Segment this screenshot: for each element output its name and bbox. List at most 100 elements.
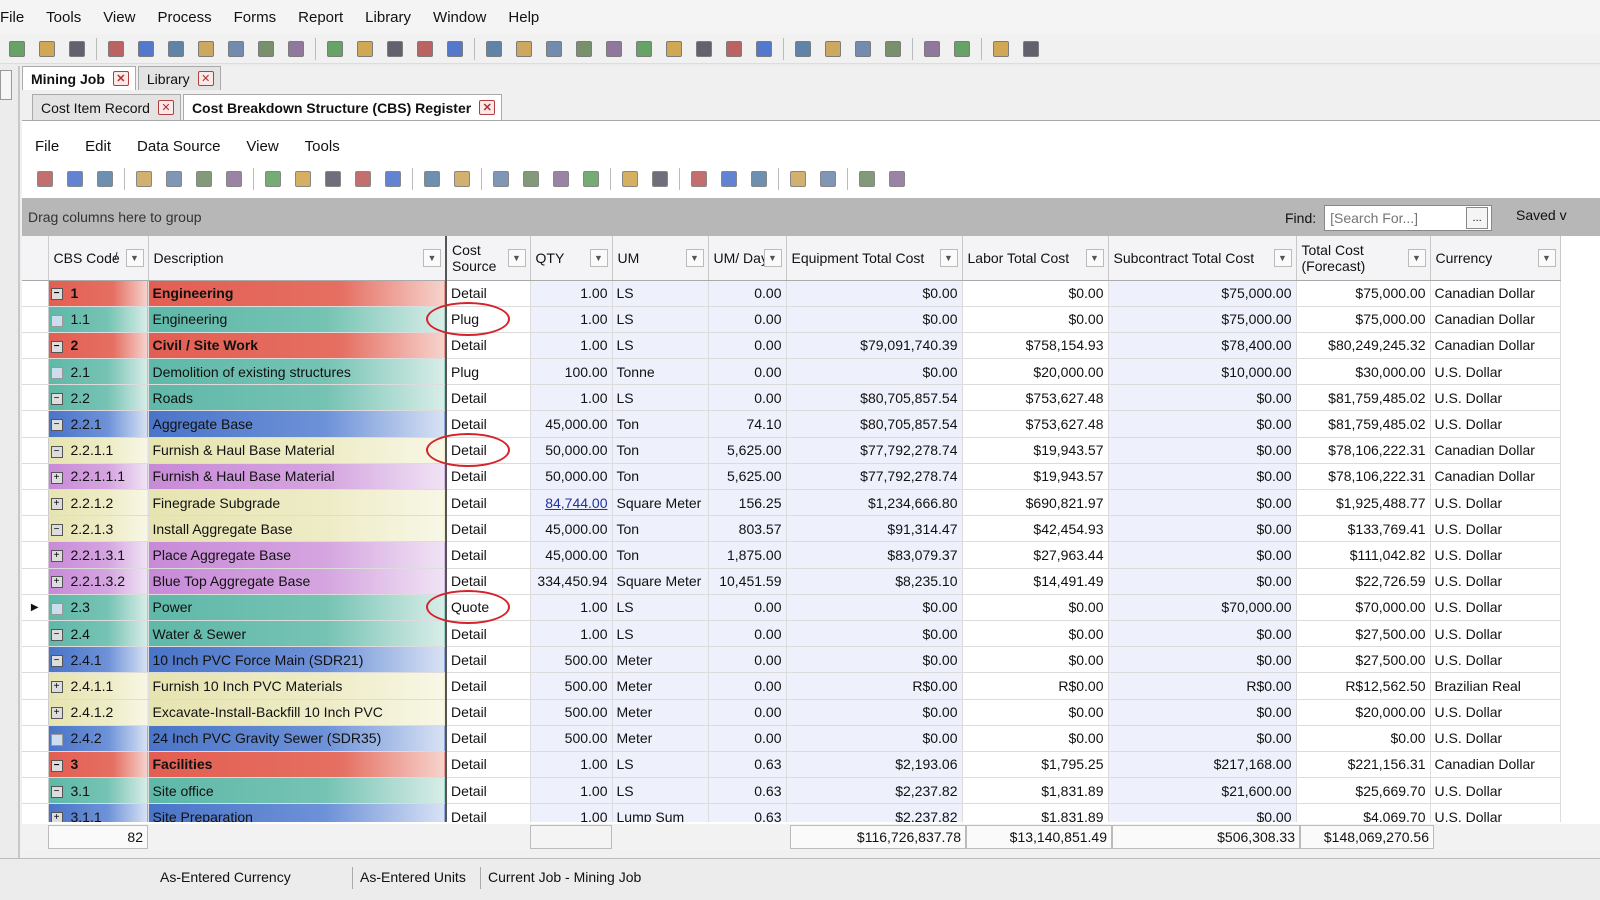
collapse-icon[interactable]: − <box>50 628 63 641</box>
register-menu-data-source[interactable]: Data Source <box>124 138 233 155</box>
close-icon[interactable]: ✕ <box>112 71 129 86</box>
column-header-labor[interactable]: Labor Total Cost ▼ <box>962 236 1109 281</box>
sub-cell[interactable]: $0.00 <box>1108 646 1297 674</box>
total-cell[interactable]: $80,249,245.32 <box>1296 332 1431 360</box>
cbs-code-cell[interactable]: +3.1.1 <box>48 803 149 822</box>
total-cell[interactable]: R$12,562.50 <box>1296 672 1431 700</box>
collapse-icon[interactable]: − <box>50 340 63 353</box>
equip-cell[interactable]: R$0.00 <box>786 672 963 700</box>
delete-icon[interactable] <box>104 37 128 61</box>
cur-cell[interactable]: U.S. Dollar <box>1430 489 1561 517</box>
row-selector[interactable] <box>22 410 49 438</box>
cur-cell[interactable]: U.S. Dollar <box>1430 541 1561 569</box>
cbs-code-cell[interactable]: −2 <box>48 332 149 360</box>
labor-cell[interactable]: $0.00 <box>962 620 1109 648</box>
column-filter-dropdown-icon[interactable]: ▼ <box>1537 249 1556 267</box>
umday-cell[interactable]: 0.63 <box>708 751 787 779</box>
labor-cell[interactable]: $1,795.25 <box>962 751 1109 779</box>
row-selector[interactable] <box>22 515 49 543</box>
cur-cell[interactable]: U.S. Dollar <box>1430 777 1561 805</box>
equip-cell[interactable]: $77,792,278.74 <box>786 437 963 464</box>
equip-cell[interactable]: $0.00 <box>786 358 963 386</box>
help-icon[interactable] <box>1019 37 1043 61</box>
user-edit-icon[interactable] <box>224 37 248 61</box>
excel-icon[interactable] <box>851 37 875 61</box>
sub-cell[interactable]: $0.00 <box>1108 463 1297 491</box>
row-selector[interactable] <box>22 725 49 752</box>
um-cell[interactable]: LS <box>612 777 709 805</box>
table-row[interactable]: −2.2.1.1 Furnish & Haul Base Material Deta… <box>22 437 1561 464</box>
sub-cell[interactable]: $0.00 <box>1108 410 1297 438</box>
tab-cost-breakdown-structure-cbs-register[interactable]: Cost Breakdown Structure (CBS) Register ✕ <box>182 94 503 120</box>
cur-cell[interactable]: U.S. Dollar <box>1430 699 1561 726</box>
src-cell[interactable]: Detail <box>446 463 531 491</box>
print-preview-icon[interactable] <box>63 167 87 191</box>
paste-icon[interactable] <box>321 167 345 191</box>
group-icon[interactable] <box>284 37 308 61</box>
table-row[interactable]: +2.2.1.2 Finegrade Subgrade Detail 84,744.0… <box>22 489 1561 517</box>
qty-cell[interactable]: 84,744.00 <box>530 489 613 517</box>
umday-cell[interactable]: 0.00 <box>708 594 787 621</box>
description-cell[interactable]: Install Aggregate Base <box>148 515 447 543</box>
approve-icon[interactable] <box>443 37 467 61</box>
cbs-code-cell[interactable]: −3.1 <box>48 777 149 805</box>
umday-cell[interactable]: 74.10 <box>708 410 787 438</box>
cur-cell[interactable]: U.S. Dollar <box>1430 594 1561 621</box>
cbs-code-cell[interactable]: −2.2.1.1 <box>48 437 149 464</box>
table-row[interactable]: −2.4.1 10 Inch PVC Force Main (SDR21) Deta… <box>22 646 1561 674</box>
labor-cell[interactable]: $1,831.89 <box>962 777 1109 805</box>
side-collapse-handle[interactable] <box>0 70 12 100</box>
comment-icon[interactable] <box>413 37 437 61</box>
paperclip-icon[interactable] <box>881 37 905 61</box>
remove-level-icon[interactable] <box>747 167 771 191</box>
mail-icon[interactable] <box>383 37 407 61</box>
saved-views-label[interactable]: Saved v <box>1516 207 1567 223</box>
equip-cell[interactable]: $80,705,857.54 <box>786 384 963 412</box>
um-cell[interactable]: Tonne <box>612 358 709 386</box>
qty-cell[interactable]: 500.00 <box>530 725 613 752</box>
row-selector[interactable] <box>22 646 49 674</box>
clipboard-icon[interactable] <box>572 37 596 61</box>
row-selector[interactable] <box>22 463 49 491</box>
src-cell[interactable]: Detail <box>446 725 531 752</box>
total-cell[interactable]: $221,156.31 <box>1296 751 1431 779</box>
total-cell[interactable]: $70,000.00 <box>1296 594 1431 621</box>
column-header-umday[interactable]: UM/ Day ▼ <box>708 236 787 281</box>
labor-cell[interactable]: $27,963.44 <box>962 541 1109 569</box>
cur-cell[interactable]: U.S. Dollar <box>1430 410 1561 438</box>
labor-cell[interactable]: $0.00 <box>962 594 1109 621</box>
row-selector[interactable] <box>22 306 49 333</box>
equip-cell[interactable]: $1,234,666.80 <box>786 489 963 517</box>
person-icon[interactable] <box>989 37 1013 61</box>
equip-cell[interactable]: $8,235.10 <box>786 568 963 595</box>
description-cell[interactable]: Engineering <box>148 280 447 307</box>
src-cell[interactable]: Quote <box>446 594 531 621</box>
cbs-code-cell[interactable]: 2.1 <box>48 358 149 386</box>
target-icon[interactable] <box>602 37 626 61</box>
menu-help[interactable]: Help <box>497 9 550 26</box>
description-cell[interactable]: Civil / Site Work <box>148 332 447 360</box>
qty-cell[interactable]: 50,000.00 <box>530 463 613 491</box>
cbs-code-cell[interactable]: +2.2.1.2 <box>48 489 149 517</box>
delete-row-icon[interactable] <box>162 167 186 191</box>
column-filter-dropdown-icon[interactable]: ▼ <box>939 249 958 267</box>
cbs-code-cell[interactable]: −2.2.1 <box>48 410 149 438</box>
cbs-code-cell[interactable]: +2.2.1.3.1 <box>48 541 149 569</box>
src-cell[interactable]: Detail <box>446 437 531 464</box>
column-header-sub[interactable]: Subcontract Total Cost ▼ <box>1108 236 1297 281</box>
menu-forms[interactable]: Forms <box>223 9 288 26</box>
collapse-icon[interactable]: − <box>50 524 63 537</box>
equip-cell[interactable]: $77,792,278.74 <box>786 463 963 491</box>
um-cell[interactable]: Square Meter <box>612 489 709 517</box>
tab-mining-job[interactable]: Mining Job ✕ <box>22 66 136 90</box>
export-icon[interactable] <box>542 37 566 61</box>
menu-report[interactable]: Report <box>287 9 354 26</box>
cur-cell[interactable]: U.S. Dollar <box>1430 646 1561 674</box>
search-options-button[interactable]: ... <box>1466 207 1489 229</box>
expand-icon[interactable]: + <box>50 497 63 510</box>
pie-icon[interactable] <box>791 37 815 61</box>
cur-cell[interactable]: Brazilian Real <box>1430 672 1561 700</box>
labor-cell[interactable]: $42,454.93 <box>962 515 1109 543</box>
add-icon[interactable] <box>920 37 944 61</box>
collapse-icon[interactable]: − <box>50 655 63 668</box>
